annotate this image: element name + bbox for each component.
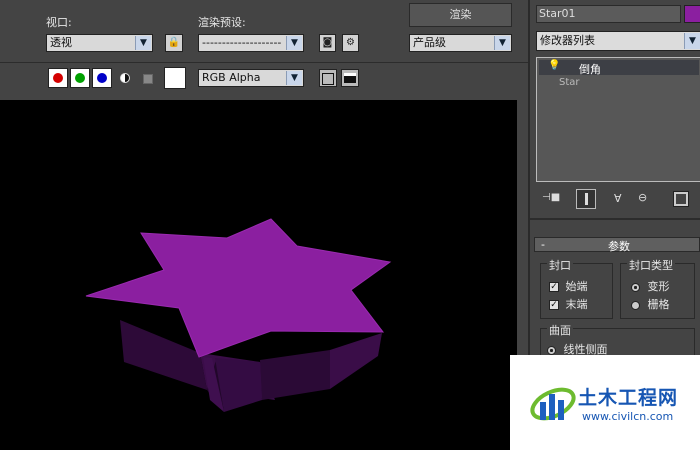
- configure-icon: [676, 194, 686, 204]
- green-channel-toggle[interactable]: [70, 68, 90, 88]
- render-preset-label: 渲染预设:: [198, 16, 246, 29]
- gear-icon: ⚙: [346, 37, 355, 48]
- pin-stack-button[interactable]: ⊣■: [542, 192, 560, 208]
- quality-dropdown[interactable]: 产品级 ▼: [409, 34, 512, 52]
- alpha-display-toggle[interactable]: [118, 71, 132, 85]
- collapse-icon: -: [541, 238, 545, 251]
- cap-type-group-title: 封口类型: [627, 257, 675, 273]
- red-channel-toggle[interactable]: [48, 68, 68, 88]
- radio-icon: [631, 282, 640, 292]
- cap-type-morph-radio[interactable]: 变形: [631, 278, 670, 294]
- chevron-down-icon: ▼: [135, 36, 151, 50]
- fork-icon: ∀: [614, 192, 622, 205]
- checkbox-icon: ✓: [549, 282, 559, 292]
- stack-item-bevel[interactable]: 💡 倒角: [539, 60, 699, 76]
- red-dot-icon: [53, 73, 63, 83]
- cap-group: 封口 ✓ 始端 ✓ 末端: [540, 257, 613, 319]
- radio-icon: [631, 300, 640, 310]
- surface-group-title: 曲面: [547, 322, 573, 338]
- blue-dot-icon: [97, 73, 107, 83]
- chevron-down-icon: ▼: [684, 33, 700, 49]
- modifier-list-label: 修改器列表: [540, 34, 595, 47]
- render-setup-button[interactable]: ◙: [319, 34, 336, 52]
- chevron-down-icon: ▼: [286, 71, 302, 85]
- checkbox-icon: ✓: [549, 300, 559, 310]
- cap-type-grid-label: 栅格: [647, 298, 670, 311]
- lock-button[interactable]: 🔒: [165, 34, 183, 52]
- watermark-title: 土木工程网: [578, 387, 679, 409]
- object-name-field[interactable]: Star01: [536, 5, 681, 23]
- cap-start-label: 始端: [565, 280, 588, 293]
- cap-type-group: 封口类型 变形 栅格: [620, 257, 695, 319]
- viewport-dropdown-value: 透视: [50, 36, 72, 49]
- rollout-title: 参数: [608, 240, 630, 253]
- remove-modifier-button[interactable]: ⊖: [638, 191, 652, 207]
- teapot-icon: ◙: [322, 37, 333, 48]
- blue-channel-toggle[interactable]: [92, 68, 112, 88]
- toggle-ui-button[interactable]: [341, 69, 359, 87]
- viewport-dropdown[interactable]: 透视 ▼: [46, 34, 153, 52]
- configure-modifier-sets-button[interactable]: [673, 191, 689, 207]
- window-icon: [344, 73, 356, 83]
- mono-toggle[interactable]: [140, 71, 154, 85]
- stack-item-label: 倒角: [579, 63, 601, 76]
- channel-dropdown[interactable]: RGB Alpha ▼: [198, 69, 304, 87]
- render-button-label: 渲染: [449, 8, 472, 21]
- cap-end-checkbox[interactable]: ✓ 末端: [549, 296, 588, 312]
- stack-item-star[interactable]: Star: [539, 76, 699, 91]
- chevron-down-icon: ▼: [286, 36, 302, 50]
- parameters-rollout-header[interactable]: - 参数: [534, 237, 700, 253]
- background-color-swatch[interactable]: [164, 67, 186, 89]
- render-toolbar: 视口: 透视 ▼ 🔒 渲染预设: -------------------- ▼ …: [0, 0, 528, 92]
- modifier-stack: 💡 倒角 Star: [536, 57, 700, 182]
- render-button[interactable]: 渲染: [409, 3, 512, 27]
- cap-type-morph-label: 变形: [647, 280, 670, 293]
- environment-button[interactable]: ⚙: [342, 34, 359, 52]
- render-preset-dropdown[interactable]: -------------------- ▼: [198, 34, 304, 52]
- chevron-down-icon: ▼: [494, 36, 510, 50]
- frame-icon: [322, 73, 334, 85]
- toolbar-divider: [0, 62, 528, 63]
- object-name-value: Star01: [539, 7, 576, 20]
- lightbulb-icon: 💡: [548, 60, 561, 71]
- checker-icon: [143, 74, 153, 84]
- half-circle-icon: [120, 73, 130, 83]
- end-result-icon: [585, 193, 588, 205]
- cap-end-label: 末端: [565, 298, 588, 311]
- lock-icon: 🔒: [167, 37, 181, 48]
- show-end-result-button[interactable]: [576, 189, 596, 209]
- viewport-label: 视口:: [46, 16, 72, 29]
- object-color-swatch[interactable]: [684, 5, 700, 23]
- cap-type-grid-radio[interactable]: 栅格: [631, 296, 670, 312]
- panel-divider: [530, 218, 700, 220]
- watermark-overlay: 土木工程网 www.civilcn.com: [510, 355, 700, 450]
- cap-group-title: 封口: [547, 257, 573, 273]
- render-preset-value: --------------------: [202, 36, 282, 49]
- pin-icon: ⊣■: [542, 192, 561, 203]
- toggle-ui-overlay-button[interactable]: [319, 69, 337, 87]
- trash-icon: ⊖: [638, 191, 648, 204]
- radio-icon: [547, 345, 556, 355]
- stack-item-label: Star: [559, 77, 580, 88]
- quality-dropdown-value: 产品级: [413, 36, 446, 49]
- beveled-star-render: [85, 218, 392, 412]
- cap-start-checkbox[interactable]: ✓ 始端: [549, 278, 588, 294]
- make-unique-button[interactable]: ∀: [614, 192, 630, 208]
- channel-dropdown-value: RGB Alpha: [202, 71, 261, 84]
- modifier-list-dropdown[interactable]: 修改器列表 ▼: [536, 31, 700, 51]
- green-dot-icon: [75, 73, 85, 83]
- watermark-url: www.civilcn.com: [582, 410, 674, 423]
- render-viewport[interactable]: [0, 100, 517, 450]
- civilcn-logo-icon: [530, 387, 576, 421]
